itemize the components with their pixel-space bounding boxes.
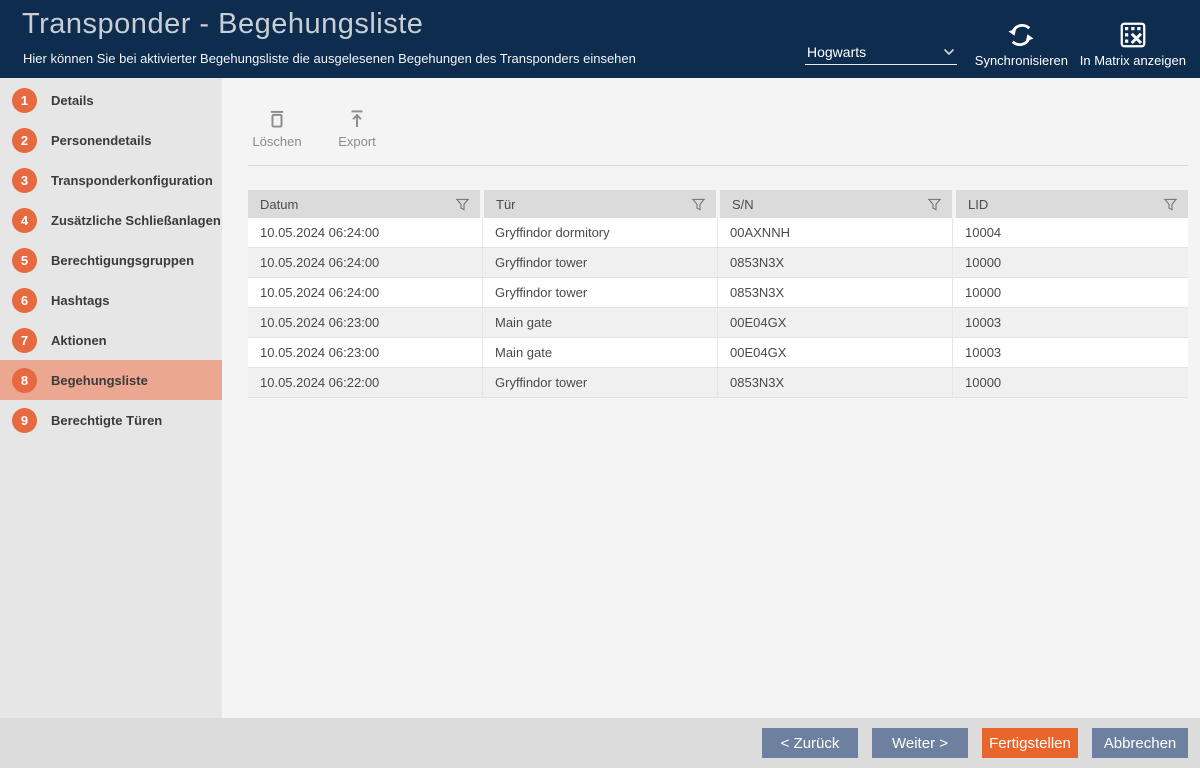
delete-label: Löschen [252,134,301,149]
finish-button[interactable]: Fertigstellen [982,728,1078,758]
step-number-badge: 9 [12,408,37,433]
locking-system-dropdown[interactable]: Hogwarts [805,44,957,65]
step-number-badge: 7 [12,328,37,353]
column-header-lid[interactable]: LID [956,190,1188,218]
page-subtitle: Hier können Sie bei aktivierter Begehung… [23,51,636,66]
column-header-sn[interactable]: S/N [720,190,952,218]
table-row[interactable]: 10.05.2024 06:23:00 Main gate 00E04GX 10… [248,338,1188,368]
table-row[interactable]: 10.05.2024 06:24:00 Gryffindor tower 085… [248,248,1188,278]
sidebar-item-hashtags[interactable]: 6 Hashtags [0,280,222,320]
export-icon [347,108,367,130]
show-in-matrix-label: In Matrix anzeigen [1080,53,1186,68]
column-header-datum[interactable]: Datum [248,190,480,218]
wizard-sidebar: 1 Details 2 Personendetails 3 Transponde… [0,78,222,718]
step-number-badge: 2 [12,128,37,153]
header: Transponder - Begehungsliste Hier können… [0,0,1200,78]
sidebar-item-label: Zusätzliche Schließanlagen [51,213,221,228]
sync-icon [1006,20,1036,50]
sidebar-item-label: Aktionen [51,333,107,348]
sidebar-item-berechtigte-tueren[interactable]: 9 Berechtigte Türen [0,400,222,440]
column-header-tuer[interactable]: Tür [484,190,716,218]
next-button[interactable]: Weiter > [872,728,968,758]
locking-system-value: Hogwarts [807,44,866,60]
step-number-badge: 6 [12,288,37,313]
step-number-badge: 4 [12,208,37,233]
access-list-table: Datum Tür S/N [248,190,1188,398]
cancel-button[interactable]: Abbrechen [1092,728,1188,758]
filter-icon[interactable] [927,197,942,212]
export-button[interactable]: Export [328,108,386,149]
step-number-badge: 8 [12,368,37,393]
sidebar-item-label: Berechtigte Türen [51,413,162,428]
trash-icon [267,108,287,130]
filter-icon[interactable] [1163,197,1178,212]
back-button[interactable]: < Zurück [762,728,858,758]
toolbar-divider [248,165,1188,166]
app-window: Transponder - Begehungsliste Hier können… [0,0,1200,768]
table-row[interactable]: 10.05.2024 06:24:00 Gryffindor tower 085… [248,278,1188,308]
chevron-down-icon [943,48,955,56]
table-toolbar: Löschen Export [248,108,386,149]
delete-button[interactable]: Löschen [248,108,306,149]
sidebar-item-label: Transponderkonfiguration [51,173,213,188]
step-number-badge: 3 [12,168,37,193]
table-body: 10.05.2024 06:24:00 Gryffindor dormitory… [248,218,1188,398]
table-row[interactable]: 10.05.2024 06:24:00 Gryffindor dormitory… [248,218,1188,248]
sidebar-item-aktionen[interactable]: 7 Aktionen [0,320,222,360]
synchronize-button[interactable]: Synchronisieren [975,20,1068,68]
page-title: Transponder - Begehungsliste [22,8,423,41]
step-number-badge: 1 [12,88,37,113]
matrix-icon [1118,20,1148,50]
export-label: Export [338,134,376,149]
sidebar-item-label: Begehungsliste [51,373,148,388]
sidebar-item-label: Hashtags [51,293,110,308]
show-in-matrix-button[interactable]: In Matrix anzeigen [1080,20,1186,68]
table-row[interactable]: 10.05.2024 06:23:00 Main gate 00E04GX 10… [248,308,1188,338]
sidebar-item-label: Details [51,93,94,108]
sidebar-item-begehungsliste[interactable]: 8 Begehungsliste [0,360,222,400]
sidebar-item-details[interactable]: 1 Details [0,80,222,120]
table-header-row: Datum Tür S/N [248,190,1188,218]
sidebar-item-zusaetzliche-schliessanlagen[interactable]: 4 Zusätzliche Schließanlagen [0,200,222,240]
filter-icon[interactable] [455,197,470,212]
sidebar-item-personendetails[interactable]: 2 Personendetails [0,120,222,160]
sidebar-item-transponderkonfiguration[interactable]: 3 Transponderkonfiguration [0,160,222,200]
table-row[interactable]: 10.05.2024 06:22:00 Gryffindor tower 085… [248,368,1188,398]
main-content: Löschen Export Datum [222,78,1200,718]
filter-icon[interactable] [691,197,706,212]
sidebar-item-label: Personendetails [51,133,151,148]
sidebar-item-label: Berechtigungsgruppen [51,253,194,268]
sidebar-item-berechtigungsgruppen[interactable]: 5 Berechtigungsgruppen [0,240,222,280]
step-number-badge: 5 [12,248,37,273]
synchronize-label: Synchronisieren [975,53,1068,68]
footer-bar: < Zurück Weiter > Fertigstellen Abbreche… [0,718,1200,768]
